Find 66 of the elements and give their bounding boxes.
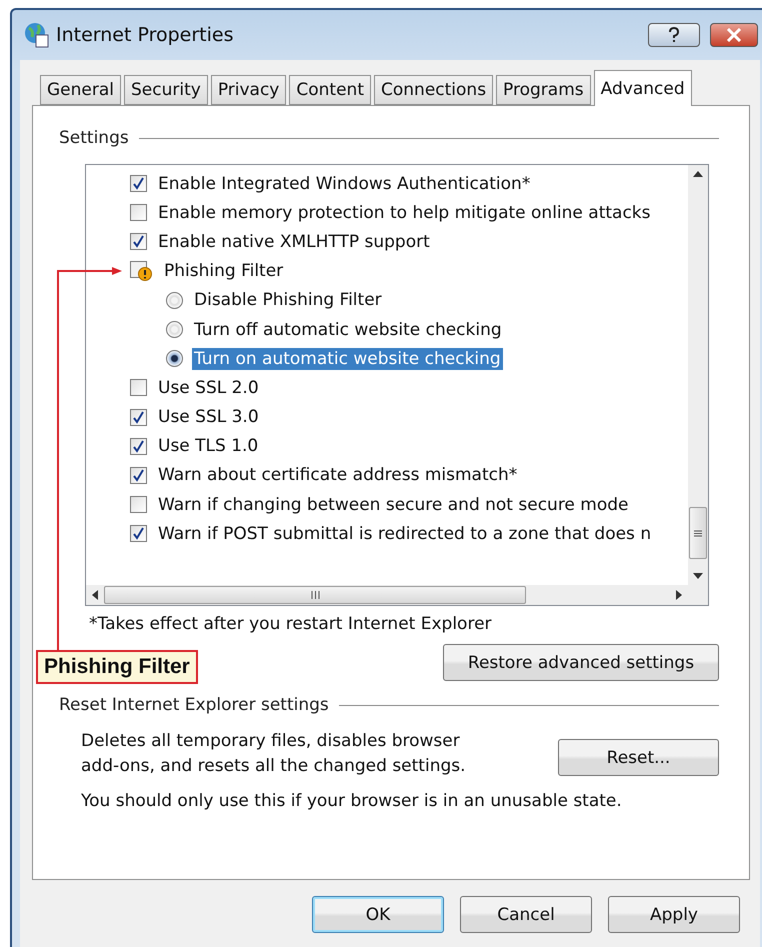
window-title: Internet Properties — [56, 24, 235, 46]
warning-checkbox-icon — [130, 261, 153, 282]
checkmark-icon — [132, 410, 145, 424]
checkbox[interactable] — [130, 175, 147, 192]
vertical-scrollbar[interactable] — [688, 165, 708, 585]
reset-description: Deletes all temporary files, disables browser add-ons, and resets all the changed settings. — [81, 730, 467, 778]
setting-label: Enable native XMLHTTP support — [157, 230, 431, 253]
dialog-button[interactable]: OK — [312, 896, 444, 933]
tab[interactable]: Advanced — [594, 70, 692, 106]
setting-label: Use TLS 1.0 — [157, 435, 260, 458]
checkmark-icon — [132, 468, 145, 482]
tab[interactable]: Programs — [496, 75, 591, 105]
setting-label: Turn on automatic website checking — [192, 348, 503, 370]
checkbox[interactable] — [130, 204, 147, 222]
restore-button[interactable]: Restore advanced settings — [443, 644, 719, 681]
callout-label: Phishing Filter — [36, 650, 198, 684]
tab[interactable]: Content — [289, 75, 371, 105]
grip-icon — [694, 530, 702, 536]
up-arrow-icon — [693, 171, 703, 177]
setting-label: Turn off automatic website checking — [193, 318, 503, 341]
setting-label: Warn if changing between secure and not secure mode — [157, 494, 630, 516]
checkmark-icon — [132, 177, 145, 190]
footnote: *Takes effect after you restart Internet Explorer — [89, 614, 493, 634]
tab[interactable]: Security — [124, 75, 208, 105]
checkbox[interactable] — [130, 496, 147, 514]
setting-label: Warn if POST submittal is redirected to a zone that does n — [157, 522, 652, 545]
group-title: Reset Internet Explorer settings — [59, 695, 329, 715]
setting-group-label: Phishing Filter — [163, 260, 284, 282]
tab[interactable]: Privacy — [210, 75, 286, 105]
reset-warning: You should only use this if your browser is in an unusable state. — [81, 791, 623, 811]
checkbox[interactable] — [130, 233, 147, 250]
setting-label: Use SSL 3.0 — [157, 406, 260, 428]
radio-button[interactable] — [166, 321, 183, 338]
checkmark-icon — [132, 235, 145, 248]
checkbox[interactable] — [130, 525, 147, 542]
setting-label: Warn about certificate address mismatch* — [157, 464, 518, 486]
left-arrow-icon — [92, 590, 98, 600]
tab[interactable]: Connections — [374, 75, 494, 105]
grip-icon — [310, 591, 320, 599]
globe-icon — [24, 22, 50, 48]
setting-label: Use SSL 2.0 — [157, 376, 260, 399]
horizontal-scrollbar[interactable] — [86, 585, 688, 605]
checkbox[interactable] — [130, 408, 147, 426]
checkbox[interactable] — [130, 379, 147, 396]
close-button[interactable] — [710, 23, 758, 47]
scroll-thumb[interactable] — [104, 586, 526, 604]
down-arrow-icon — [693, 573, 703, 579]
radio-button[interactable] — [166, 292, 183, 309]
checkbox[interactable] — [130, 438, 147, 455]
question-icon — [668, 27, 680, 43]
close-icon — [726, 28, 742, 42]
dialog-button[interactable]: Cancel — [460, 896, 592, 933]
dialog-button[interactable]: Apply — [608, 896, 740, 933]
setting-label: Disable Phishing Filter — [193, 289, 383, 312]
help-button[interactable] — [648, 23, 700, 47]
group-title: Settings — [59, 128, 129, 148]
tab[interactable]: General — [40, 75, 121, 105]
setting-label: Enable Integrated Windows Authentication* — [157, 172, 532, 195]
radio-button[interactable] — [166, 350, 183, 368]
reset-button[interactable]: Reset... — [558, 739, 719, 776]
checkbox[interactable] — [130, 466, 147, 484]
checkmark-icon — [132, 440, 145, 453]
right-arrow-icon — [676, 590, 682, 600]
setting-label: Enable memory protection to help mitigate online attacks — [157, 202, 652, 224]
scroll-thumb[interactable] — [689, 507, 707, 559]
checkmark-icon — [132, 527, 145, 540]
